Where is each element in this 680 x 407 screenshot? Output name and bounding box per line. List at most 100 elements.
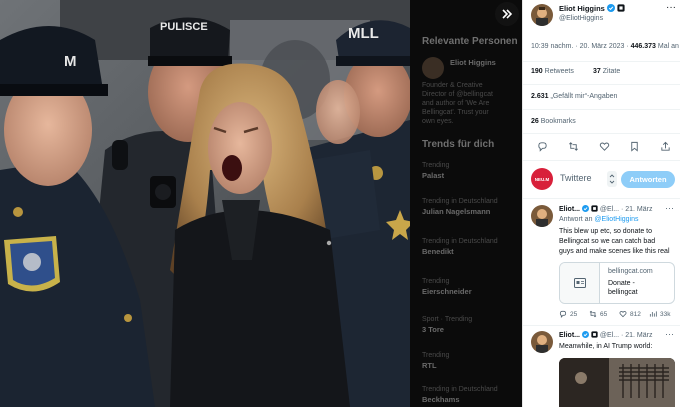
quotes-count: 37: [593, 68, 601, 75]
cap-badge-right: MLL: [348, 25, 379, 42]
trend-label: 3 Tore: [422, 325, 444, 334]
reply-icon: [559, 310, 567, 318]
reply-text-line: Bellingcat so we can catch bad: [559, 238, 656, 245]
avatar-image: [531, 205, 553, 227]
reply-views-action[interactable]: 33k: [649, 310, 670, 318]
reply-views-count: 33k: [660, 310, 671, 318]
person-bio-line: own eyes.: [422, 118, 454, 125]
person-bio-line: and author of 'We Are: [422, 100, 490, 107]
reply-media[interactable]: [559, 358, 675, 407]
reply-text-line: guys and make scenes like this real: [559, 248, 670, 255]
reply-more-icon[interactable]: ···: [665, 329, 674, 339]
tweet-photo[interactable]: MLL PULISCE M: [0, 0, 410, 407]
views-label: Mal an: [657, 43, 679, 50]
affiliate-badge-icon: [591, 331, 598, 338]
reply-author-handle[interactable]: @El...: [600, 332, 619, 339]
reply-author-handle[interactable]: @El...: [600, 206, 619, 213]
person-bio-line: Bellingcat'. Trust your: [422, 109, 489, 116]
verified-badge-icon: [606, 4, 615, 12]
reply-like-action[interactable]: 812: [619, 310, 641, 318]
retweet-icon: [589, 310, 597, 318]
trend-label: Julian Nagelsmann: [422, 207, 491, 216]
reply-more-icon[interactable]: ···: [665, 203, 674, 213]
link-card-title: Donate - bellingcat: [608, 279, 638, 297]
trend-meta: Trending: [422, 278, 450, 285]
background-page: Relevante Personen Eliot Higgins Founder…: [410, 0, 522, 407]
compose-input[interactable]: Twittere: [560, 173, 592, 183]
reply-avatar[interactable]: [531, 331, 553, 353]
trend-label: Eierschneider: [422, 287, 472, 296]
reply-submit-button[interactable]: Antworten: [621, 171, 675, 188]
affiliate-badge-icon: [617, 4, 625, 12]
bookmarks-count: 26: [531, 118, 539, 125]
avatar-image: [531, 4, 553, 26]
reply-retweet-action[interactable]: 65: [589, 310, 607, 318]
cap-badge-center: PULISCE: [160, 21, 208, 33]
stepper-arrows-icon: [609, 174, 615, 184]
like-icon[interactable]: [599, 141, 610, 152]
reply-replies-count: 25: [570, 310, 578, 318]
trend-label: Palast: [422, 171, 445, 180]
affiliate-badge-icon: [591, 205, 598, 212]
likes-count: 2.631: [531, 93, 549, 100]
trend-meta: Trending in Deutschland: [422, 238, 498, 245]
likes-stat[interactable]: 2.631 „Gefällt mir“-Angaben: [531, 93, 617, 100]
link-card-title-line: bellingcat: [608, 289, 638, 296]
reply-reply-action[interactable]: 25: [559, 310, 577, 318]
trend-meta: Trending: [422, 162, 450, 169]
person-name: Eliot Higgins: [450, 58, 496, 67]
trend-label: Benedikt: [422, 247, 454, 256]
collapse-sidebar-button[interactable]: [495, 2, 519, 26]
verified-badge-icon: [581, 331, 589, 338]
retweets-stat[interactable]: 190 Retweets: [531, 68, 574, 75]
reply-author-name[interactable]: Eliot...: [559, 332, 580, 339]
reply-avatar[interactable]: [531, 205, 553, 227]
author-avatar[interactable]: [531, 4, 553, 26]
author-handle[interactable]: @EliotHiggins: [559, 15, 603, 22]
reply-media-image: [559, 358, 675, 407]
link-card-domain: bellingcat.com: [608, 268, 653, 275]
avatar-image: [531, 331, 553, 353]
more-options-icon[interactable]: ···: [665, 3, 677, 14]
reply-date[interactable]: · 21. März: [621, 206, 653, 213]
retweets-count: 190: [531, 68, 543, 75]
tweet-timestamp[interactable]: 10:39 nachm. · 20. März 2023 ·: [531, 43, 629, 50]
views-count: 446.373: [630, 43, 656, 50]
likes-label: „Gefällt mir“-Angaben: [550, 93, 618, 100]
tweet-actions: [531, 139, 677, 153]
trend-meta: Sport · Trending: [422, 316, 473, 323]
share-icon[interactable]: [660, 141, 671, 152]
views-icon: [649, 311, 657, 317]
reply-author-name[interactable]: Eliot...: [559, 206, 580, 213]
person-avatar: [422, 57, 444, 79]
person-bio-line: Director of @bellingcat: [422, 91, 493, 98]
retweets-label: Retweets: [544, 68, 574, 75]
double-chevron-right-icon: [502, 9, 513, 19]
like-icon: [619, 311, 627, 318]
media-viewer: MLL PULISCE M Relevante Personen Eliot H…: [0, 0, 522, 407]
trend-label: RTL: [422, 361, 437, 370]
link-card[interactable]: bellingcat.com Donate - bellingcat: [559, 262, 675, 304]
reply-to-prefix: Antwort an: [559, 216, 593, 223]
compose-avatar[interactable]: NEU.M: [531, 168, 553, 190]
verified-badge-icon: [581, 205, 589, 212]
bookmarks-stat[interactable]: 26 Bookmarks: [531, 118, 576, 125]
link-card-thumb: [560, 263, 600, 303]
bookmarks-label: Bookmarks: [540, 118, 576, 125]
reply-date[interactable]: · 21. März: [621, 332, 653, 339]
article-icon: [573, 278, 586, 288]
retweet-icon[interactable]: [568, 141, 579, 152]
bookmark-icon[interactable]: [629, 141, 640, 152]
trend-meta: Trending in Deutschland: [422, 386, 498, 393]
reply-to-link[interactable]: @EliotHiggins: [594, 216, 638, 223]
quotes-stat[interactable]: 37 Zitate: [593, 68, 620, 75]
compose-options-icon[interactable]: [607, 171, 617, 187]
quotes-label: Zitate: [602, 68, 621, 75]
author-name[interactable]: Eliot Higgins: [559, 4, 605, 13]
person-bio-line: Founder & Creative: [422, 82, 483, 89]
trend-label: Beckhams: [422, 395, 460, 404]
compose-avatar-label: NEU.M: [534, 176, 550, 182]
reply-text-line: This blew up etc, so donate to: [559, 228, 652, 235]
reply-icon[interactable]: [537, 141, 548, 152]
cap-badge-left: M: [64, 53, 77, 70]
